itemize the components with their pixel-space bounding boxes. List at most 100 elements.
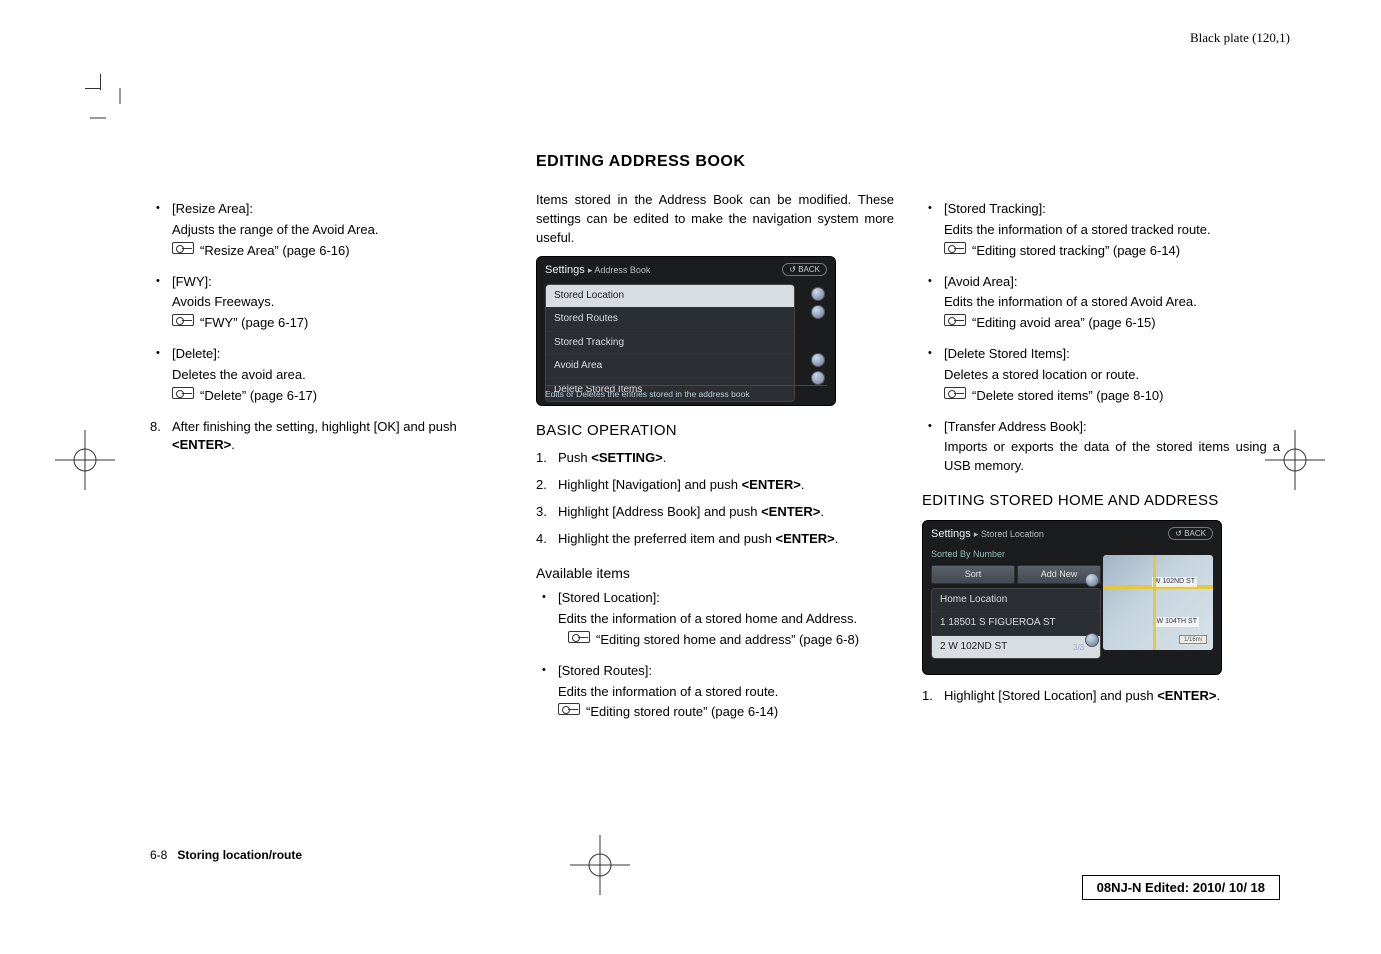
sc-menu-item: Home Location — [932, 589, 1100, 613]
registration-mark-bottom — [570, 835, 630, 895]
down-icon — [1085, 633, 1099, 647]
page-footer: 6-8 Storing location/route — [150, 848, 302, 862]
down-icon — [811, 353, 825, 367]
map-label: W 102ND ST — [1152, 577, 1197, 587]
up2-icon — [811, 305, 825, 319]
t: Push — [558, 450, 591, 465]
sc-menu-item: Avoid Area — [546, 355, 794, 379]
enter-key: <ENTER> — [761, 504, 820, 519]
list-item: [Stored Tracking]: Edits the information… — [922, 200, 1280, 261]
enter-key: <ENTER> — [1157, 688, 1216, 703]
item-label: [FWY]: — [172, 273, 508, 292]
section-title: EDITING ADDRESS BOOK — [536, 150, 894, 173]
list-item: [FWY]: Avoids Freeways. “FWY” (page 6-17… — [150, 273, 508, 334]
item-desc: Edits the information of a stored Avoid … — [944, 293, 1280, 312]
ref-icon — [172, 242, 194, 254]
back-button: ↺ BACK — [1168, 527, 1213, 541]
available-items-heading: Available items — [536, 563, 894, 583]
setting-key: <SETTING> — [591, 450, 663, 465]
subsection-basic-operation: BASIC OPERATION — [536, 420, 894, 442]
section-name: Storing location/route — [177, 848, 302, 862]
sc-menu-item: Stored Tracking — [546, 332, 794, 356]
screenshot-address-book: Settings ▸ Address Book ↺ BACK Stored Lo… — [536, 256, 836, 406]
item-label: [Stored Tracking]: — [944, 200, 1280, 219]
sort-button: Sort — [931, 565, 1015, 584]
intro-paragraph: Items stored in the Address Book can be … — [536, 191, 894, 248]
step-1: Highlight [Stored Location] and push <EN… — [922, 687, 1280, 706]
list-item: [Delete]: Deletes the avoid area. “Delet… — [150, 345, 508, 406]
item-label: [Resize Area]: — [172, 200, 508, 219]
sc-crumb: ▸ Stored Location — [974, 529, 1044, 539]
corner-mark — [90, 88, 130, 128]
ref-text: “FWY” (page 6-17) — [200, 314, 308, 333]
sort-row: Sort Add New — [931, 565, 1101, 584]
subsection-editing-stored: EDITING STORED HOME AND ADDRESS — [922, 490, 1280, 512]
sc-side-buttons — [811, 287, 825, 385]
sc-side-buttons — [1085, 573, 1099, 647]
column-3: [Stored Tracking]: Edits the information… — [922, 150, 1280, 734]
ref-text: “Delete stored items” (page 8-10) — [972, 387, 1163, 406]
xref: “FWY” (page 6-17) — [172, 314, 508, 333]
t: . — [1216, 688, 1220, 703]
back-button: ↺ BACK — [782, 263, 827, 277]
sc-heading: Settings — [545, 264, 585, 276]
sorted-label: Sorted By Number — [931, 548, 1101, 561]
item-desc: Deletes a stored location or route. — [944, 366, 1280, 385]
ref-text: “Editing avoid area” (page 6-15) — [972, 314, 1156, 333]
list-item: [Stored Location]: Edits the information… — [536, 589, 894, 650]
item-label: [Delete Stored Items]: — [944, 345, 1280, 364]
ref-text: “Delete” (page 6-17) — [200, 387, 317, 406]
item-desc: Adjusts the range of the Avoid Area. — [172, 221, 508, 240]
sc-heading: Settings — [931, 528, 971, 540]
sc-menu-item: Stored Location — [546, 285, 794, 309]
item-desc: Deletes the avoid area. — [172, 366, 508, 385]
enter-key: <ENTER> — [776, 531, 835, 546]
enter-key: <ENTER> — [742, 477, 801, 492]
xref: “Delete” (page 6-17) — [172, 387, 508, 406]
ref-icon — [172, 314, 194, 326]
list-item: [Resize Area]: Adjusts the range of the … — [150, 200, 508, 261]
sc-count: 1/6 — [812, 373, 823, 385]
step-text: . — [231, 437, 235, 452]
sc-crumb: ▸ Address Book — [588, 265, 651, 275]
column-1: [Resize Area]: Adjusts the range of the … — [150, 150, 508, 734]
ref-text: “Editing stored home and address” (page … — [596, 631, 859, 650]
content-columns: [Resize Area]: Adjusts the range of the … — [150, 150, 1280, 734]
step-text: After finishing the setting, highlight [… — [172, 419, 457, 434]
ref-icon — [558, 703, 580, 715]
xref: “Editing stored route” (page 6-14) — [558, 703, 894, 722]
up-icon — [811, 287, 825, 301]
t: . — [663, 450, 667, 465]
list-item: [Avoid Area]: Edits the information of a… — [922, 273, 1280, 334]
list-item: [Delete Stored Items]: Deletes a stored … — [922, 345, 1280, 406]
xref: “Editing avoid area” (page 6-15) — [944, 314, 1280, 333]
item-label: [Delete]: — [172, 345, 508, 364]
map-scale: 1/16mi — [1179, 635, 1207, 644]
ref-icon — [944, 387, 966, 399]
item-desc: Edits the information of a stored home a… — [558, 610, 894, 629]
plate-label: Black plate (120,1) — [1190, 30, 1290, 46]
step-2: Highlight [Navigation] and push <ENTER>. — [536, 476, 894, 495]
page-number: 6-8 — [150, 848, 167, 862]
map-label: W 104TH ST — [1155, 617, 1199, 627]
ref-icon — [944, 242, 966, 254]
t: Highlight [Navigation] and push — [558, 477, 742, 492]
ref-text: “Editing stored route” (page 6-14) — [586, 703, 778, 722]
up-icon — [1085, 573, 1099, 587]
t: Highlight the preferred item and push — [558, 531, 776, 546]
screenshot-stored-location: Settings ▸ Stored Location ↺ BACK Sorted… — [922, 520, 1222, 675]
item-desc: Edits the information of a stored route. — [558, 683, 894, 702]
ref-icon — [944, 314, 966, 326]
item-label: [Avoid Area]: — [944, 273, 1280, 292]
xref: “Editing stored tracking” (page 6-14) — [944, 242, 1280, 261]
sc-menu-item: Stored Routes — [546, 308, 794, 332]
t: . — [801, 477, 805, 492]
item-label: [Stored Routes]: — [558, 662, 894, 681]
item-label: [Stored Location]: — [558, 589, 894, 608]
xref: “Delete stored items” (page 8-10) — [944, 387, 1280, 406]
ref-text: “Editing stored tracking” (page 6-14) — [972, 242, 1180, 261]
sc-footer-text: Edits or Deletes the entries stored in t… — [545, 385, 827, 400]
enter-key: <ENTER> — [172, 437, 231, 452]
map-thumbnail: W 102ND ST W 104TH ST 1/16mi — [1103, 555, 1213, 650]
step-1: Push <SETTING>. — [536, 449, 894, 468]
